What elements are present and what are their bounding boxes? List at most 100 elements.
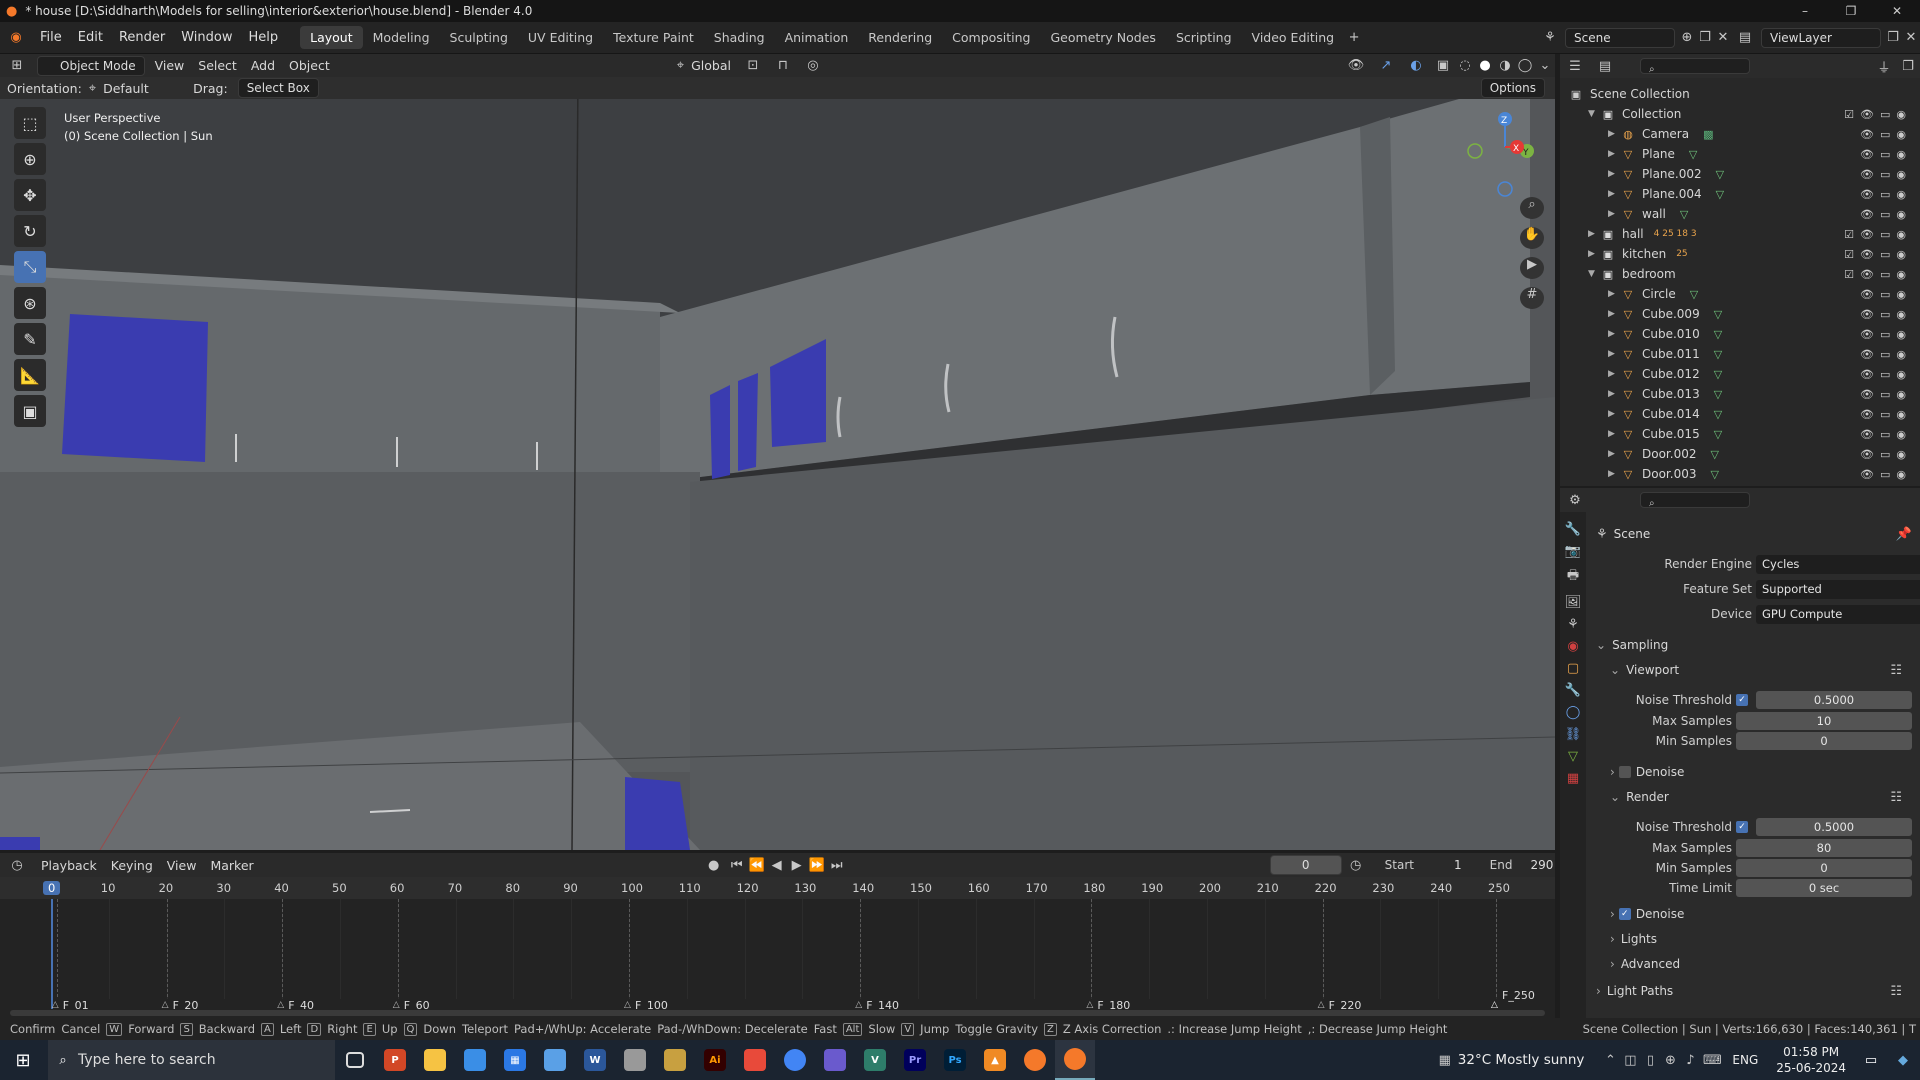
mode-dropdown[interactable]: Object Mode: [37, 55, 145, 76]
visibility-toggles-icon[interactable]: 👁▭◉: [1860, 388, 1912, 401]
light-paths-row[interactable]: › Light Paths ☷: [1596, 981, 1912, 1001]
new-viewlayer-icon[interactable]: ❐: [1884, 30, 1902, 45]
word-icon[interactable]: W: [575, 1040, 615, 1080]
outliner-row[interactable]: ▼ ▣ bedroom ☑👁▭◉: [1560, 264, 1920, 284]
app-icon-2[interactable]: [535, 1040, 575, 1080]
visibility-toggles-icon[interactable]: 👁▭◉: [1860, 408, 1912, 421]
blender-icon-2[interactable]: [1055, 1040, 1095, 1080]
cursor-tool-icon[interactable]: ⊕: [14, 143, 46, 175]
current-frame-field[interactable]: 0: [1269, 855, 1342, 875]
visibility-toggles-icon[interactable]: 👁▭◉: [1860, 168, 1912, 181]
render-min-field[interactable]: 0: [1736, 859, 1912, 877]
render-max-field[interactable]: 80: [1736, 839, 1912, 857]
tab-animation[interactable]: Animation: [775, 26, 859, 49]
annotate-tool-icon[interactable]: ✎: [14, 323, 46, 355]
illustrator-icon[interactable]: Ai: [695, 1040, 735, 1080]
visibility-toggles-icon[interactable]: 👁▭◉: [1860, 188, 1912, 201]
device-dropdown[interactable]: GPU Compute: [1756, 604, 1920, 624]
visibility-toggles-icon[interactable]: ☑👁▭◉: [1844, 108, 1912, 121]
jump-key-forward-icon[interactable]: ⏩: [807, 858, 827, 873]
play-icon[interactable]: ▶: [787, 858, 807, 873]
advanced-row[interactable]: › Advanced: [1596, 954, 1912, 974]
end-field[interactable]: 290: [1530, 858, 1553, 872]
outliner-row[interactable]: ▶ ▽ Cube.014 ▽ 👁▭◉: [1560, 404, 1920, 424]
material-shading-icon[interactable]: ◑: [1495, 58, 1515, 73]
network-icon[interactable]: ⊕: [1660, 1053, 1680, 1068]
expand-right-icon[interactable]: ▶: [1608, 309, 1620, 319]
store-icon[interactable]: ▦: [495, 1040, 535, 1080]
expand-right-icon[interactable]: ▶: [1608, 169, 1620, 179]
viewport-denoise-checkbox[interactable]: [1618, 766, 1631, 778]
transform-tool-icon[interactable]: ⊛: [14, 287, 46, 319]
jump-end-icon[interactable]: ⏭: [827, 858, 847, 873]
keyboard-icon[interactable]: ⌨: [1700, 1053, 1724, 1068]
view-layer-tab-icon[interactable]: 🖼: [1565, 595, 1582, 610]
physics-tab-icon[interactable]: ◯: [1566, 705, 1581, 720]
list-icon[interactable]: ☷: [1890, 984, 1902, 999]
play-reverse-icon[interactable]: ◀: [767, 858, 787, 873]
visibility-toggles-icon[interactable]: ☑👁▭◉: [1844, 228, 1912, 241]
menu-add[interactable]: Add: [244, 58, 282, 73]
pivot-icon[interactable]: ⊡: [738, 58, 768, 73]
filter-icon[interactable]: ⏚: [1872, 57, 1896, 76]
outliner-row[interactable]: ▶ ▽ Cube.013 ▽ 👁▭◉: [1560, 384, 1920, 404]
object-data-icon[interactable]: ▽: [1680, 208, 1688, 221]
outliner-row[interactable]: ▶ ▽ Cube.009 ▽ 👁▭◉: [1560, 304, 1920, 324]
pin-icon[interactable]: ⊕: [1678, 30, 1696, 45]
object-tab-icon[interactable]: ▢: [1567, 661, 1579, 676]
object-data-icon[interactable]: ▽: [1716, 188, 1724, 201]
render-engine-dropdown[interactable]: Cycles: [1756, 554, 1920, 574]
app-icon-6[interactable]: [815, 1040, 855, 1080]
visibility-toggles-icon[interactable]: 👁▭◉: [1860, 148, 1912, 161]
chrome-icon[interactable]: [775, 1040, 815, 1080]
object-data-icon[interactable]: ▽: [1714, 388, 1722, 401]
jump-start-icon[interactable]: ⏮: [727, 858, 747, 873]
blender-menu-icon[interactable]: ◉: [0, 30, 32, 45]
tab-rendering[interactable]: Rendering: [858, 26, 942, 49]
expand-right-icon[interactable]: ▶: [1608, 449, 1620, 459]
tab-scripting[interactable]: Scripting: [1166, 26, 1242, 49]
minimize-icon[interactable]: –: [1782, 0, 1828, 22]
new-scene-icon[interactable]: ❐: [1696, 30, 1714, 45]
object-data-icon[interactable]: ▽: [1690, 288, 1698, 301]
tab-uv-editing[interactable]: UV Editing: [518, 26, 603, 49]
jump-key-back-icon[interactable]: ⏪: [747, 858, 767, 873]
wireframe-shading-icon[interactable]: ◌: [1455, 58, 1475, 73]
menu-edit[interactable]: Edit: [70, 30, 111, 45]
tab-layout[interactable]: Layout: [300, 26, 363, 49]
tray-chevron-icon[interactable]: ⌃: [1600, 1053, 1620, 1068]
lights-row[interactable]: › Lights: [1596, 929, 1912, 949]
timeline-ruler[interactable]: 0 10 20 30 40 50 60 70 80 90 100 110 120 130 140 150 160…: [0, 877, 1555, 899]
modifier-tab-icon[interactable]: 🔧: [1565, 683, 1581, 698]
move-tool-icon[interactable]: ✥: [14, 179, 46, 211]
outliner-row[interactable]: ▶ ▽ Plane ▽ 👁▭◉: [1560, 144, 1920, 164]
start-field[interactable]: 1: [1454, 858, 1462, 872]
expand-right-icon[interactable]: ▶: [1588, 229, 1600, 239]
expand-right-icon[interactable]: ▶: [1608, 469, 1620, 479]
playback-menu[interactable]: Playback: [34, 858, 104, 873]
overlay-icon[interactable]: ◐: [1401, 58, 1431, 73]
render-tab-icon[interactable]: 📷: [1565, 544, 1581, 559]
expand-right-icon[interactable]: ▶: [1608, 209, 1620, 219]
tab-video-editing[interactable]: Video Editing: [1242, 26, 1345, 49]
properties-editor[interactable]: ⚙ ⌕ 🔧 📷 🖶 🖼 ⚘ ◉ ▢ 🔧 ◯ ⛓ ▽ ▦ ⚘ Scene 📌 Re…: [1560, 488, 1920, 1018]
scene-collection-row[interactable]: ▣ Scene Collection: [1560, 84, 1920, 104]
visibility-toggles-icon[interactable]: 👁▭◉: [1860, 328, 1912, 341]
drag-dropdown[interactable]: Select Box: [237, 78, 319, 98]
shading-options-icon[interactable]: ⌄: [1535, 58, 1555, 73]
proportional-edit-icon[interactable]: ◎: [798, 58, 828, 73]
language-indicator[interactable]: ENG: [1732, 1053, 1758, 1067]
render-subpanel-header[interactable]: ⌄ Render ☷: [1596, 787, 1912, 807]
outliner[interactable]: ☰ ▤ ⌕ ⏚ ❐ ▣ Scene Collection ▼ ▣ Collectio…: [1560, 54, 1920, 486]
delete-scene-icon[interactable]: ✕: [1714, 30, 1732, 45]
visibility-toggles-icon[interactable]: 👁▭◉: [1860, 308, 1912, 321]
outliner-row[interactable]: ▶ ▽ Plane.002 ▽ 👁▭◉: [1560, 164, 1920, 184]
outliner-search-input[interactable]: ⌕: [1640, 58, 1750, 75]
clock[interactable]: 01:58 PM 25-06-2024: [1776, 1044, 1846, 1076]
app-icon-3[interactable]: [615, 1040, 655, 1080]
object-data-icon[interactable]: ▽: [1714, 428, 1722, 441]
navigation-gizmo[interactable]: Z Y X: [1460, 107, 1550, 207]
expand-down-icon[interactable]: ▼: [1588, 109, 1600, 119]
object-data-icon[interactable]: ▽: [1714, 408, 1722, 421]
weather-icon[interactable]: ▦: [1432, 1053, 1458, 1068]
